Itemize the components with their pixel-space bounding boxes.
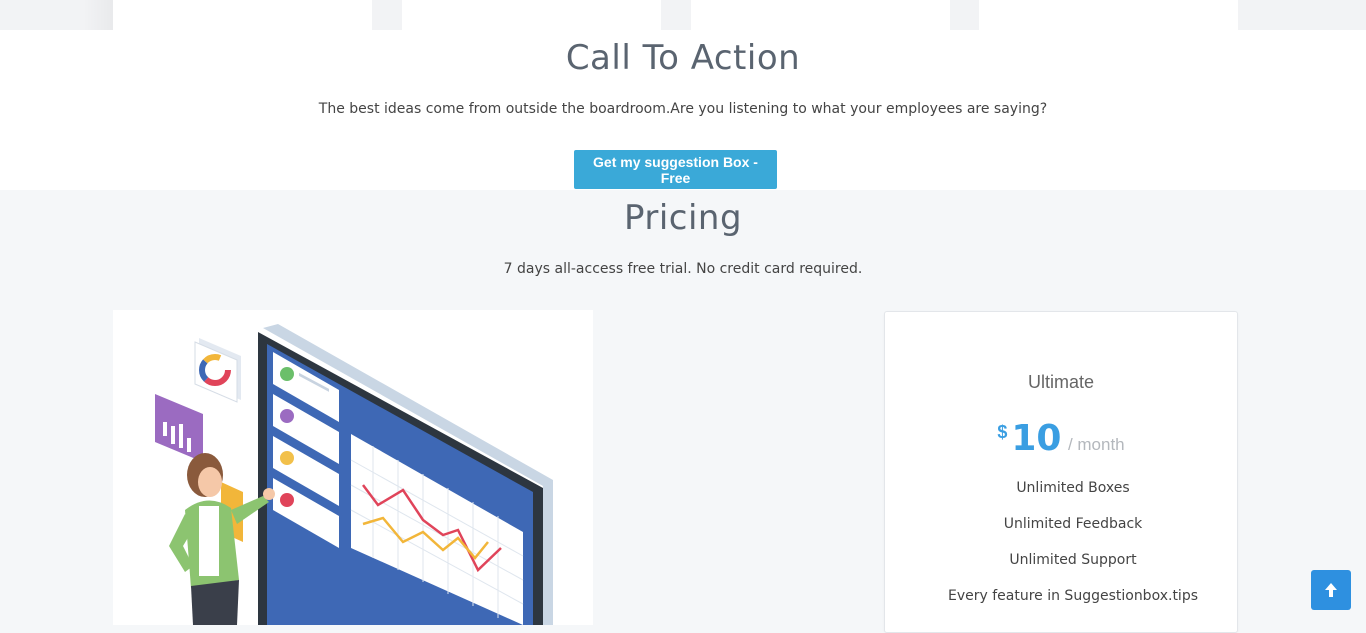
top-card xyxy=(113,0,372,30)
card-shadow xyxy=(83,0,113,30)
pricing-title: Pricing xyxy=(623,198,743,238)
get-suggestion-box-button[interactable]: Get my suggestion Box - Free xyxy=(574,150,777,189)
pricing-subtitle: 7 days all-access free trial. No credit … xyxy=(503,261,863,277)
plan-feature: Unlimited Feedback xyxy=(1003,516,1143,532)
top-card xyxy=(402,0,661,30)
top-card xyxy=(979,0,1238,30)
pricing-plan-card: Ultimate $10 / month Unlimited Boxes Unl… xyxy=(884,311,1238,633)
monitor-illustration xyxy=(155,324,553,625)
price-currency: $ xyxy=(997,422,1008,442)
top-card xyxy=(691,0,950,30)
scroll-to-top-button[interactable] xyxy=(1311,570,1351,610)
call-to-action-section: Call To Action The best ideas come from … xyxy=(0,30,1366,190)
pricing-illustration xyxy=(113,310,593,625)
cta-title: Call To Action xyxy=(565,38,801,78)
plan-feature: Every feature in Suggestionbox.tips xyxy=(947,588,1199,604)
arrow-up-icon xyxy=(1325,583,1337,597)
plan-name: Ultimate xyxy=(1027,372,1094,392)
plan-feature: Unlimited Boxes xyxy=(1016,480,1130,496)
cta-text: The best ideas come from outside the boa… xyxy=(318,101,1048,117)
plan-price: $10 / month xyxy=(885,418,1237,459)
price-period: / month xyxy=(1067,435,1125,454)
price-amount: 10 xyxy=(1011,418,1062,459)
plan-feature: Unlimited Support xyxy=(1009,552,1137,568)
top-card-strip xyxy=(0,0,1366,30)
